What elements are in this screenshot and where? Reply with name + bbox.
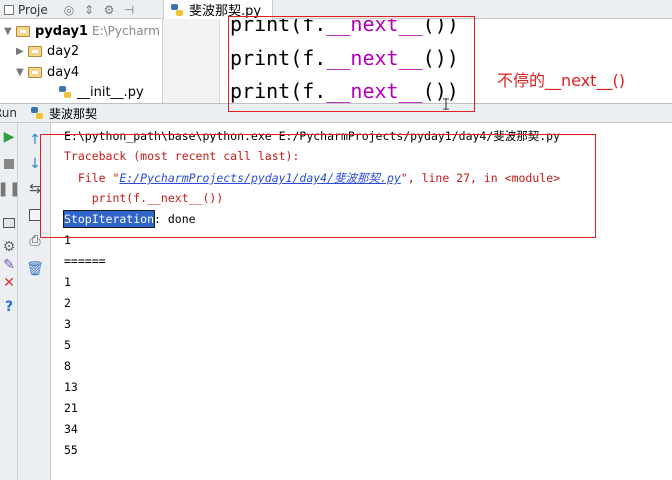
project-window-icon — [4, 4, 14, 15]
tree-item-day4[interactable]: ▼ day4 — [16, 62, 79, 82]
output-line: 55 — [64, 443, 78, 457]
tree-item-label: day4 — [47, 64, 80, 80]
settings-icon[interactable]: ⚙ — [1, 239, 17, 255]
tree-root-path: E:\Pycharm — [91, 24, 160, 38]
output-line: 1 — [64, 275, 71, 289]
target-icon[interactable]: ◎ — [62, 3, 76, 17]
traceback-highlight-box — [40, 134, 596, 238]
python-file-icon — [59, 86, 71, 98]
output-line: ====== — [64, 254, 106, 268]
chevron-down-icon: ▼ — [4, 25, 12, 37]
tree-item-label: __init__.py — [77, 84, 144, 100]
tree-root-label: pyday1 — [35, 23, 88, 39]
pause-icon[interactable]: ❚❚ — [0, 181, 21, 197]
line-gutter — [163, 19, 220, 103]
folder-icon — [16, 25, 30, 37]
run-config-label: 斐波那契 — [49, 106, 98, 121]
output-line: 21 — [64, 401, 78, 415]
layout-icon[interactable] — [1, 215, 17, 231]
python-file-icon — [31, 107, 43, 119]
tree-item-root[interactable]: ▼ pyday1 E:\Pycharm — [4, 21, 160, 41]
tree-item-label: day2 — [47, 43, 80, 59]
run-icon[interactable]: ▶ — [1, 129, 17, 145]
run-actions-column: ▶ ❚❚ ⚙ ✎ ✕ ? — [0, 123, 21, 480]
code-highlight-box — [228, 16, 475, 112]
folder-icon — [28, 45, 42, 57]
pin-icon[interactable]: ✎ — [1, 257, 17, 273]
tree-item-day2[interactable]: ▶ day2 — [16, 41, 79, 61]
collapse-icon[interactable]: ⊣ — [122, 3, 136, 17]
annotation-text: 不停的__next__() — [497, 71, 625, 90]
mouse-cursor-icon — [443, 98, 449, 110]
folder-icon — [28, 66, 42, 78]
output-line: 8 — [64, 359, 71, 373]
help-icon[interactable]: ? — [1, 299, 17, 315]
project-tree: ▼ pyday1 E:\Pycharm ▶ day2 ▼ day4 __init… — [0, 19, 163, 103]
chevron-right-icon: ▶ — [16, 45, 24, 57]
output-line: 2 — [64, 296, 71, 310]
python-file-icon — [171, 3, 183, 16]
gear-icon[interactable]: ⚙ — [102, 3, 116, 17]
run-label: Run — [0, 106, 18, 120]
trash-icon[interactable]: 🗑 — [26, 261, 44, 277]
close-icon[interactable]: ✕ — [1, 275, 17, 291]
project-tool-tab[interactable]: Proje — [0, 0, 62, 19]
output-line: 13 — [64, 380, 78, 394]
run-config-tab[interactable]: 斐波那契 — [30, 105, 97, 122]
project-tab-label: Proje — [18, 2, 48, 17]
stop-icon[interactable] — [1, 156, 17, 172]
output-line: 3 — [64, 317, 71, 331]
chevron-down-icon: ▼ — [16, 66, 24, 78]
output-line: 5 — [64, 338, 71, 352]
tree-item-init-py[interactable]: __init__.py — [58, 82, 144, 102]
output-line: 34 — [64, 422, 78, 436]
split-icon[interactable]: ⇕ — [82, 3, 96, 17]
